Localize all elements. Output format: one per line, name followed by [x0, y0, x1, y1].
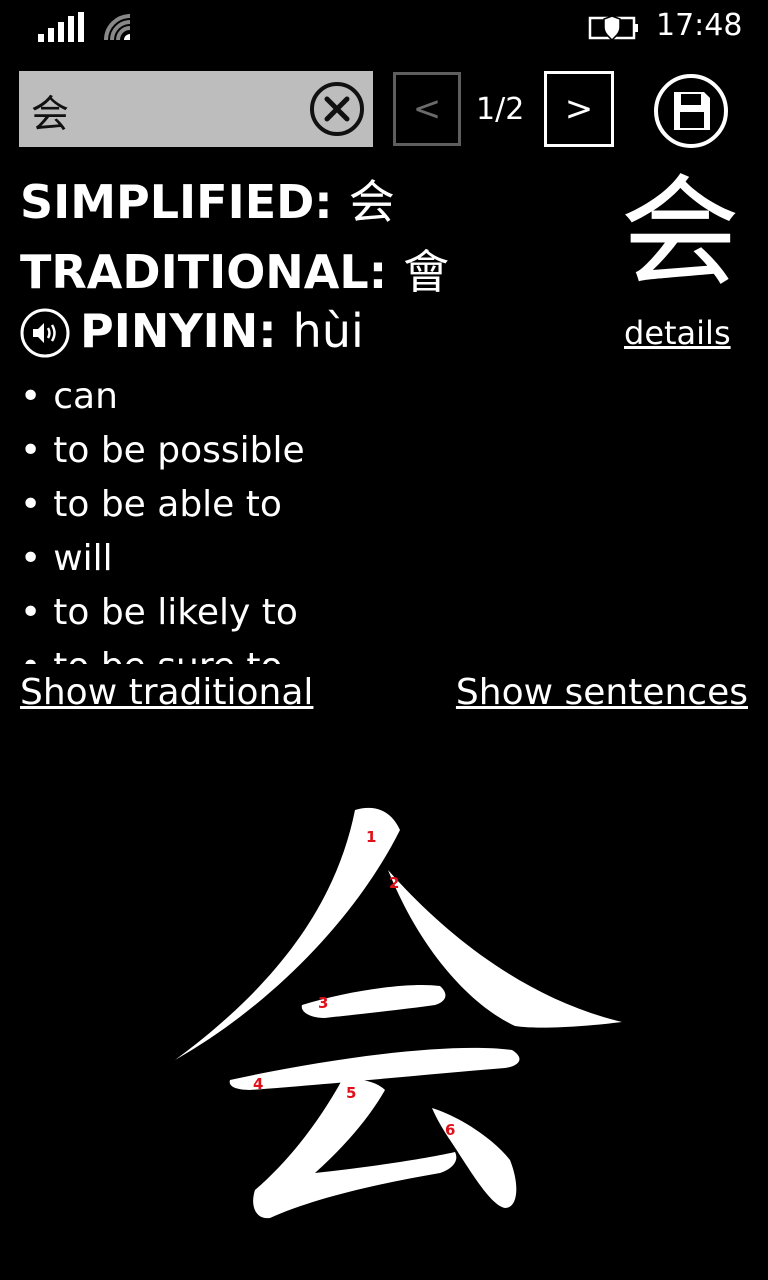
- meaning-item: to be likely to: [20, 586, 720, 640]
- stroke-number-6: 6: [445, 1121, 455, 1139]
- traditional-value: 會: [403, 245, 450, 299]
- traditional-label: TRADITIONAL:: [20, 245, 388, 299]
- meaning-item: can: [20, 370, 720, 424]
- floppy-disk-icon[interactable]: [652, 72, 730, 150]
- prev-label: <: [412, 89, 442, 129]
- headword-character: 会: [620, 164, 740, 303]
- meaning-item: will: [20, 532, 720, 586]
- signal-icon: [38, 12, 84, 42]
- stroke-number-1: 1: [366, 828, 376, 846]
- next-button[interactable]: >: [544, 71, 614, 147]
- show-traditional-link[interactable]: Show traditional: [20, 672, 313, 713]
- meanings-list[interactable]: can to be possible to be able to will to…: [20, 370, 720, 664]
- details-link[interactable]: details: [624, 314, 731, 352]
- stroke-number-3: 3: [318, 994, 328, 1012]
- page-indicator: 1/2: [476, 92, 525, 127]
- search-box: [19, 71, 373, 147]
- clock: 17:48: [656, 8, 743, 43]
- stroke-number-2: 2: [389, 874, 399, 892]
- search-input[interactable]: [29, 83, 303, 137]
- prev-button[interactable]: <: [393, 72, 461, 146]
- simplified-label: SIMPLIFIED:: [20, 175, 333, 229]
- battery-saver-icon: [588, 15, 638, 42]
- stroke-number-5: 5: [346, 1084, 356, 1102]
- meaning-item: to be sure to: [20, 640, 720, 664]
- stroke-order-diagram[interactable]: 1 2 3 4 5 6: [150, 790, 650, 1240]
- close-circle-icon[interactable]: [309, 81, 365, 137]
- pinyin-value: hùi: [292, 304, 364, 358]
- show-sentences-link[interactable]: Show sentences: [456, 672, 748, 713]
- stroke-number-4: 4: [253, 1075, 263, 1093]
- simplified-value: 会: [348, 175, 395, 229]
- meaning-item: to be possible: [20, 424, 720, 478]
- pinyin-row: PINYIN: hùi: [80, 304, 364, 358]
- simplified-row: SIMPLIFIED: 会: [20, 166, 395, 232]
- status-bar: 17:48: [0, 0, 768, 56]
- next-label: >: [564, 89, 594, 129]
- meaning-item: to be able to: [20, 478, 720, 532]
- pinyin-label: PINYIN:: [80, 304, 277, 358]
- wifi-icon: [104, 14, 131, 41]
- speaker-icon[interactable]: [19, 307, 71, 359]
- traditional-row: TRADITIONAL: 會: [20, 236, 449, 302]
